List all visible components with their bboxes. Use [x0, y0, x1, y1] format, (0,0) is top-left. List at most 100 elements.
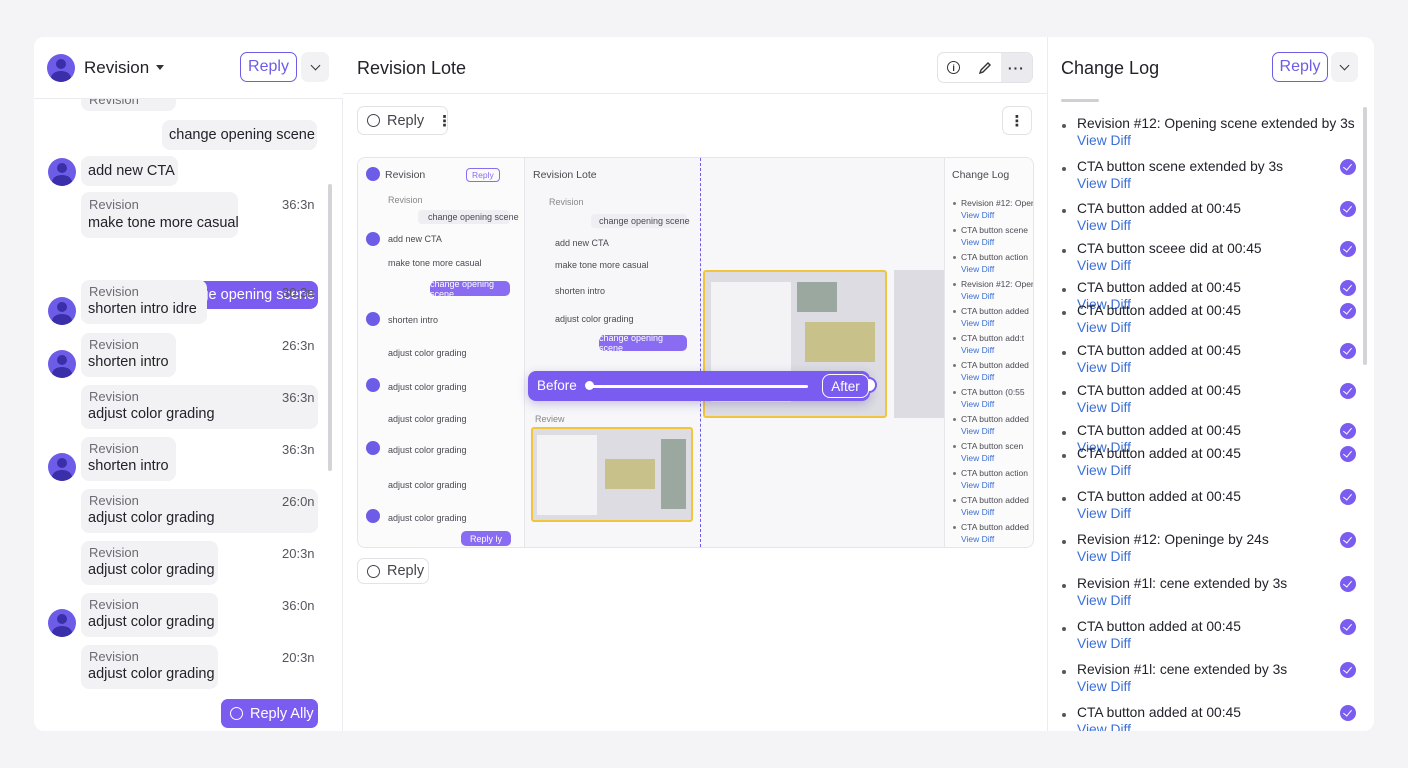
avatar	[48, 297, 76, 325]
view-diff-link[interactable]: View Diff	[1077, 258, 1131, 273]
message-text: adjust color grading	[88, 510, 215, 526]
check-circle-icon[interactable]	[1340, 159, 1356, 175]
mini-title: Revision Lote	[533, 169, 597, 181]
bullet-icon	[1062, 497, 1066, 501]
view-diff-link[interactable]: View Diff	[1077, 679, 1131, 694]
bullet-icon	[953, 283, 956, 286]
mini-line: adjust color grading	[388, 445, 467, 455]
timestamp: 36:3n	[282, 442, 315, 457]
change-log-text: CTA button added at 00:45	[1077, 705, 1241, 720]
bullet-icon	[953, 229, 956, 232]
bullet-icon	[1062, 431, 1066, 435]
change-log-text: CTA button added at 00:45	[1077, 280, 1241, 295]
mini-reply: Reply	[466, 168, 500, 182]
reply-button[interactable]: Reply ⋮	[357, 106, 452, 135]
bullet-icon	[953, 256, 956, 259]
view-diff-link[interactable]: View Diff	[1077, 218, 1131, 233]
view-diff-link[interactable]: View Diff	[1077, 176, 1131, 191]
mini-line: change opening scene	[599, 216, 690, 226]
chevron-down-icon[interactable]	[301, 52, 329, 82]
message-list: Revision change opening scene add new CT…	[34, 99, 343, 731]
bullet-icon	[1062, 124, 1066, 128]
view-diff-link[interactable]: View Diff	[1077, 722, 1131, 731]
before-after-slider[interactable]: Before	[528, 371, 877, 401]
message-text: shorten intro	[88, 354, 169, 370]
check-circle-icon[interactable]	[1340, 532, 1356, 548]
mini-view-diff: View Diff	[961, 453, 995, 463]
check-circle-icon[interactable]	[1340, 280, 1356, 296]
bullet-icon	[1062, 454, 1066, 458]
mini-view-diff: View Diff	[961, 372, 995, 382]
scrollbar[interactable]	[1363, 107, 1367, 365]
divider	[1061, 99, 1099, 102]
info-icon: i	[947, 61, 961, 74]
kebab-menu-button[interactable]: ⋮	[1002, 106, 1032, 135]
bullet-icon	[1062, 351, 1066, 355]
page-title: Revision Lote	[357, 58, 467, 78]
view-diff-link[interactable]: View Diff	[1077, 320, 1131, 335]
check-circle-icon[interactable]	[1340, 423, 1356, 439]
check-circle-icon[interactable]	[1340, 619, 1356, 635]
revision-preview[interactable]: Revision Reply Revision change opening s…	[357, 157, 1034, 548]
bullet-icon	[1062, 288, 1066, 292]
change-log-text: CTA button added at 00:45	[1077, 446, 1241, 461]
check-circle-icon[interactable]	[1340, 343, 1356, 359]
preview-mini-chat: Revision Reply Revision change opening s…	[358, 158, 525, 547]
mini-change-item: CTA button action	[961, 252, 1028, 262]
revision-title[interactable]: Revision	[84, 58, 149, 78]
info-button[interactable]: i	[938, 53, 969, 82]
view-diff-link[interactable]: View Diff	[1077, 549, 1131, 564]
check-circle-icon[interactable]	[1340, 705, 1356, 721]
check-circle-icon[interactable]	[1340, 201, 1356, 217]
change-log-text: CTA button added at 00:45	[1077, 619, 1241, 634]
mini-view-diff: View Diff	[961, 318, 995, 328]
timestamp: 36:3n	[282, 197, 315, 212]
message-text: add new CTA	[88, 163, 175, 179]
timestamp: 20:3n	[282, 546, 315, 561]
view-diff-link[interactable]: View Diff	[1077, 360, 1131, 375]
reply-bottom-button[interactable]: Reply	[357, 558, 429, 584]
check-circle-icon[interactable]	[1340, 576, 1356, 592]
avatar	[48, 350, 76, 378]
view-diff-link[interactable]: View Diff	[1077, 400, 1131, 415]
scrollbar[interactable]	[328, 184, 332, 471]
chevron-down-icon[interactable]	[1331, 52, 1358, 82]
mini-change-item: Revision #12: Open	[961, 279, 1034, 289]
avatar	[366, 167, 380, 181]
more-button[interactable]: ···	[1000, 53, 1032, 82]
mini-view-diff: View Diff	[961, 291, 995, 301]
avatar	[48, 158, 76, 186]
bullet-icon	[953, 418, 956, 421]
mini-change-item: CTA button added	[961, 414, 1029, 424]
mini-change-item: CTA button added	[961, 360, 1029, 370]
check-circle-icon[interactable]	[1340, 241, 1356, 257]
chat-bubble-icon	[367, 564, 380, 578]
view-diff-link[interactable]: View Diff	[1077, 593, 1131, 608]
view-diff-link[interactable]: View Diff	[1077, 636, 1131, 651]
chat-bubble-icon	[367, 114, 380, 127]
view-diff-link[interactable]: View Diff	[1077, 506, 1131, 521]
view-diff-link[interactable]: View Diff	[1077, 463, 1131, 478]
check-circle-icon[interactable]	[1340, 662, 1356, 678]
mini-view-diff: View Diff	[961, 399, 995, 409]
check-circle-icon[interactable]	[1340, 446, 1356, 462]
view-diff-link[interactable]: View Diff	[1077, 133, 1131, 148]
bullet-icon	[953, 472, 956, 475]
reply-all-button[interactable]: Reply Ally	[221, 699, 318, 728]
mini-line: add new CTA	[388, 234, 442, 244]
mini-title: Change Log	[952, 169, 1010, 181]
reply-button[interactable]: Reply	[1272, 52, 1328, 82]
message-label: Revision	[89, 197, 139, 212]
reply-button[interactable]: Reply	[240, 52, 297, 82]
check-circle-icon[interactable]	[1340, 383, 1356, 399]
mini-review: Review	[535, 414, 565, 424]
after-label[interactable]: After	[822, 374, 869, 398]
list-item: Revision shorten intro idre	[81, 280, 207, 324]
edit-button[interactable]	[969, 53, 1000, 82]
mini-line: change opening scene	[428, 212, 519, 222]
caret-down-icon[interactable]	[156, 65, 164, 70]
kebab-icon: ⋮	[1009, 112, 1025, 130]
check-circle-icon[interactable]	[1340, 489, 1356, 505]
check-circle-icon[interactable]	[1340, 303, 1356, 319]
mini-change-item: CTA button scene	[961, 225, 1028, 235]
